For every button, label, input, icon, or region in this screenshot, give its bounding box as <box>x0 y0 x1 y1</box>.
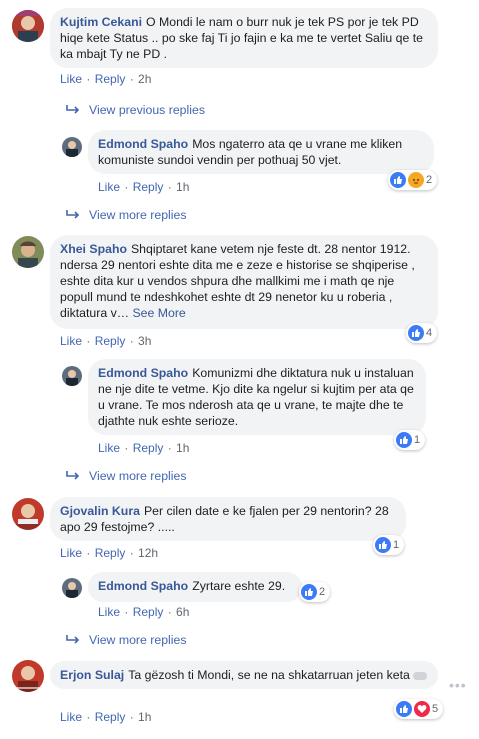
view-more-replies-link[interactable]: View more replies <box>89 208 187 222</box>
timestamp[interactable]: 3h <box>138 334 151 348</box>
comment-actions: Like · Reply · 12h <box>60 546 159 560</box>
comment-author[interactable]: Xhei Spaho <box>60 242 127 256</box>
timestamp[interactable]: 2h <box>138 72 151 86</box>
reaction-number: 1 <box>414 434 421 446</box>
timestamp[interactable]: 1h <box>138 710 151 724</box>
comment-actions: Like · Reply · 3h <box>60 334 152 348</box>
like-icon <box>301 584 317 600</box>
reply-link[interactable]: Reply <box>133 180 164 194</box>
avatar[interactable] <box>12 236 44 268</box>
comment-author[interactable]: Erjon Sulaj <box>60 668 124 682</box>
reply-link[interactable]: Reply <box>95 546 126 560</box>
comment-author[interactable]: Kujtim Cekani <box>60 15 142 29</box>
reaction-count[interactable]: 2 <box>388 170 438 190</box>
reaction-number: 2 <box>426 174 433 186</box>
more-options-icon[interactable]: ••• <box>449 677 467 693</box>
avatar[interactable] <box>12 660 44 692</box>
comment-actions: Like · Reply · 2h <box>60 72 152 86</box>
reply-arrow-icon <box>66 471 80 480</box>
view-more-replies-link[interactable]: View more replies <box>89 469 187 483</box>
comment-author[interactable]: Edmond Spaho <box>98 579 188 593</box>
comment-actions: Like · Reply · 1h <box>60 710 152 724</box>
comment-text: Zyrtare eshte 29. <box>192 579 286 593</box>
reply-link[interactable]: Reply <box>133 441 164 455</box>
comment-text: Ta gëzosh ti Mondi, se ne na shkatarruan… <box>128 668 410 682</box>
like-link[interactable]: Like <box>98 180 120 194</box>
angry-icon <box>408 172 424 188</box>
like-icon <box>375 537 391 553</box>
avatar[interactable] <box>62 366 82 386</box>
like-icon <box>396 432 412 448</box>
comment-bubble: Edmond Spaho Komunizmi dhe diktatura nuk … <box>88 359 426 435</box>
reaction-count[interactable]: 5 <box>394 699 444 719</box>
love-icon <box>414 701 430 717</box>
reply-link[interactable]: Reply <box>95 710 126 724</box>
comment-actions: Like · Reply · 1h <box>98 180 190 194</box>
like-icon <box>396 701 412 717</box>
reply-link[interactable]: Reply <box>133 605 164 619</box>
comment-author[interactable]: Edmond Spaho <box>98 137 188 151</box>
avatar[interactable] <box>62 137 82 157</box>
reaction-count[interactable]: 2 <box>299 582 331 602</box>
comment-author[interactable]: Edmond Spaho <box>98 366 188 380</box>
like-link[interactable]: Like <box>60 546 82 560</box>
emoji-icon <box>413 671 428 680</box>
comment-bubble: Edmond Spaho Mos ngaterro ata qe u vrane … <box>88 130 434 174</box>
like-link[interactable]: Like <box>98 441 120 455</box>
reaction-number: 1 <box>393 539 400 551</box>
comment-bubble: Erjon Sulaj Ta gëzosh ti Mondi, se ne na … <box>50 661 438 689</box>
like-link[interactable]: Like <box>60 334 82 348</box>
like-link[interactable]: Like <box>60 72 82 86</box>
reply-link[interactable]: Reply <box>95 72 126 86</box>
reply-arrow-icon <box>66 105 80 114</box>
comment-bubble: Kujtim Cekani O Mondi le nam o burr nuk j… <box>50 8 438 68</box>
avatar[interactable] <box>12 498 44 530</box>
timestamp[interactable]: 12h <box>138 546 158 560</box>
see-more-link[interactable]: See More <box>132 306 185 320</box>
view-previous-replies-link[interactable]: View previous replies <box>89 103 205 117</box>
reaction-count[interactable]: 1 <box>394 430 426 450</box>
reaction-count[interactable]: 4 <box>406 323 438 343</box>
reaction-number: 5 <box>432 703 439 715</box>
timestamp[interactable]: 1h <box>176 441 189 455</box>
view-more-replies-link[interactable]: View more replies <box>89 633 187 647</box>
reply-link[interactable]: Reply <box>95 334 126 348</box>
avatar[interactable] <box>62 578 82 598</box>
timestamp[interactable]: 1h <box>176 180 189 194</box>
like-icon <box>390 172 406 188</box>
like-link[interactable]: Like <box>60 710 82 724</box>
like-link[interactable]: Like <box>98 605 120 619</box>
reply-arrow-icon <box>66 210 80 219</box>
like-icon <box>408 325 424 341</box>
comment-bubble: Edmond Spaho Zyrtare eshte 29. <box>88 572 302 602</box>
comment-bubble: Gjovalin Kura Per cilen date e ke fjalen … <box>50 497 406 541</box>
reaction-count[interactable]: 1 <box>373 535 405 555</box>
reply-arrow-icon <box>66 635 80 644</box>
avatar[interactable] <box>12 10 44 42</box>
comment-bubble: Xhei Spaho Shqiptaret kane vetem nje fest… <box>50 235 438 329</box>
reaction-number: 2 <box>319 586 326 598</box>
reaction-number: 4 <box>426 327 433 339</box>
comment-actions: Like · Reply · 6h <box>98 605 190 619</box>
comment-actions: Like · Reply · 1h <box>98 441 190 455</box>
comment-author[interactable]: Gjovalin Kura <box>60 504 140 518</box>
timestamp[interactable]: 6h <box>176 605 189 619</box>
